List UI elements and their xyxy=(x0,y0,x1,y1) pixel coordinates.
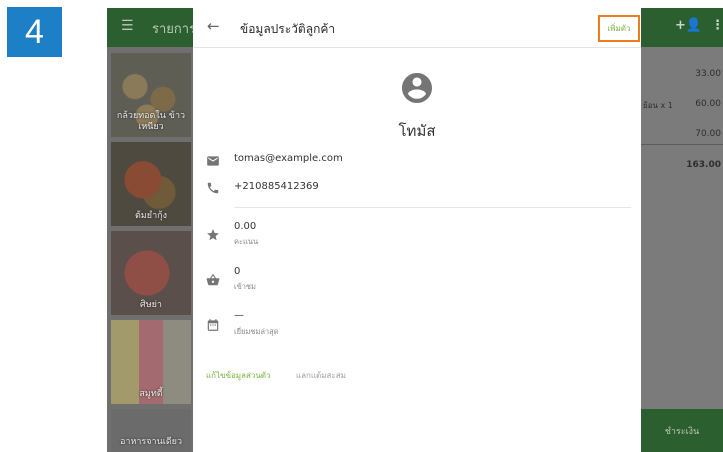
divider xyxy=(234,207,631,208)
customer-phone[interactable]: +210885412369 xyxy=(234,181,319,192)
last-visit-value: — xyxy=(234,310,244,321)
menu-tile-label: สมูทตี้ xyxy=(139,389,163,399)
email-icon xyxy=(207,156,219,166)
order-total: 163.00 xyxy=(686,160,721,170)
menu-tile[interactable]: กล้วยทอดใน ข้าวเหนียว xyxy=(111,53,191,137)
more-vertical-icon[interactable]: ⋮ xyxy=(711,18,723,33)
step-number-badge: 4 xyxy=(7,7,62,57)
menu-tile-label: กล้วยทอดใน ข้าวเหนียว xyxy=(116,111,186,132)
customer-name: โทมัส xyxy=(398,122,436,140)
menu-tile-label: อาหารจานเดียว xyxy=(119,437,182,447)
tablet-screen: ☰ รายการ +👤 ⋮ กล้วยทอดใน ข้าวเหนียว ต้มย… xyxy=(107,8,723,452)
order-line-price: 70.00 xyxy=(695,129,721,139)
edit-profile-link[interactable]: แก้ไขข้อมูลส่วนตัว xyxy=(206,369,270,382)
arrow-back-icon[interactable]: ← xyxy=(207,18,223,34)
basket-icon xyxy=(206,274,220,286)
points-label: คะแนน xyxy=(234,237,259,246)
last-visit-label: เยี่ยมชมล่าสุด xyxy=(234,327,279,336)
menu-tile[interactable]: ศิษย่า xyxy=(111,231,191,315)
dialog-header: ← ข้อมูลประวัติลูกค้า เพิ่มตัว xyxy=(193,8,641,48)
menu-tile-label: ต้มยำกุ้ง xyxy=(135,211,167,221)
dialog-title: ข้อมูลประวัติลูกค้า xyxy=(240,22,336,36)
points-value: 0.00 xyxy=(234,221,257,232)
phone-icon xyxy=(207,182,219,194)
menu-tile[interactable]: สมูทตี้ xyxy=(111,320,191,404)
customer-email[interactable]: tomas@example.com xyxy=(234,153,343,164)
divider xyxy=(641,144,723,145)
calendar-icon xyxy=(207,319,219,331)
pay-button[interactable]: ชำระเงิน xyxy=(641,409,723,452)
account-circle-icon xyxy=(402,73,432,103)
visits-label: เข้าชม xyxy=(234,282,256,291)
order-panel: 33.00 ย้อน x 1 60.00 70.00 163.00 ชำระเง… xyxy=(641,47,723,452)
tutorial-stage: 4 ☰ รายการ +👤 ⋮ กล้วยทอดใน ข้าวเหนียว ต้… xyxy=(0,0,723,452)
order-line-note: ย้อน x 1 xyxy=(643,101,673,110)
menu-tile-label: ศิษย่า xyxy=(140,300,162,310)
menu-tile[interactable]: อาหารจานเดียว xyxy=(111,409,191,452)
order-line-price: 60.00 xyxy=(695,99,721,109)
visits-value: 0 xyxy=(234,266,241,277)
customer-profile-dialog: ← ข้อมูลประวัติลูกค้า เพิ่มตัว โทมัส tom… xyxy=(193,8,641,452)
star-icon xyxy=(207,229,219,241)
hamburger-icon[interactable]: ☰ xyxy=(121,18,134,34)
redeem-points-link[interactable]: แลกแต้มสะสม xyxy=(296,369,346,382)
menu-tile[interactable]: ต้มยำกุ้ง xyxy=(111,142,191,226)
menu-grid: กล้วยทอดใน ข้าวเหนียว ต้มยำกุ้ง ศิษย่า ส… xyxy=(107,47,193,452)
app-title: รายการ xyxy=(152,22,197,37)
person-add-icon[interactable]: +👤 xyxy=(675,18,702,33)
add-button[interactable]: เพิ่มตัว xyxy=(598,15,640,42)
order-line-price: 33.00 xyxy=(695,69,721,79)
